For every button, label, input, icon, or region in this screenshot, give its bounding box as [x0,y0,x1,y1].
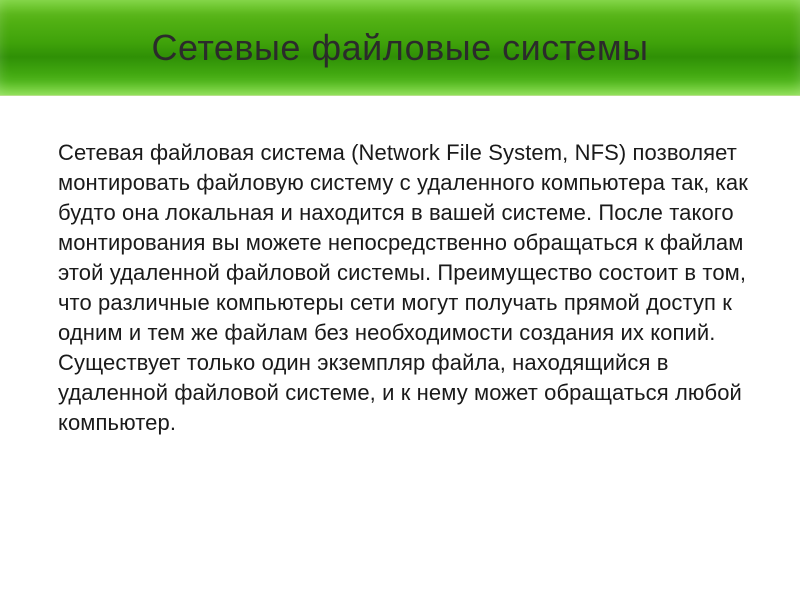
bullet-marker-icon [40,138,58,139]
bullet-item: Сетевая файловая система (Network File S… [40,138,762,438]
slide-header: Сетевые файловые системы [0,0,800,96]
slide-content: Сетевая файловая система (Network File S… [0,96,800,468]
slide-title: Сетевые файловые системы [152,27,649,69]
slide-body-text: Сетевая файловая система (Network File S… [58,138,762,438]
